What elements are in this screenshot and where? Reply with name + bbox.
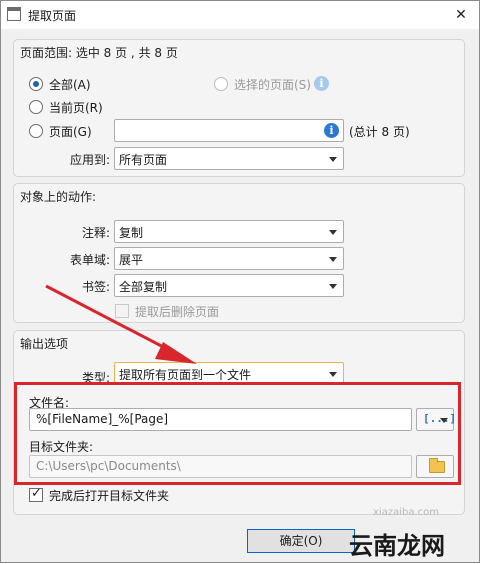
delete-after-extract-checkbox: [115, 304, 129, 318]
title-bar: 提取页面 ✕: [1, 1, 479, 29]
apply-to-label: 应用到:: [69, 153, 110, 167]
form-label: 表单域:: [69, 253, 110, 267]
bookmark-label: 书签:: [81, 280, 110, 294]
open-folder-checkbox[interactable]: [29, 486, 43, 502]
bookmark-value: 全部复制: [119, 280, 168, 294]
chevron-down-icon: [329, 157, 337, 162]
extract-pages-dialog: 提取页面 ✕ 页面范围: 选中 8 页 , 共 8 页 全部(A) 选择的页面(…: [0, 0, 480, 563]
radio-all-pages[interactable]: [29, 77, 43, 91]
radio-pages[interactable]: [29, 124, 43, 138]
open-folder-label[interactable]: 完成后打开目标文件夹: [49, 487, 169, 504]
watermark-text: 云南龙网: [349, 532, 445, 560]
annot-label: 注释:: [81, 226, 110, 240]
info-icon: i: [314, 76, 329, 91]
close-button[interactable]: ✕: [443, 1, 479, 29]
radio-pages-label[interactable]: 页面(G): [49, 123, 92, 140]
info-icon[interactable]: i: [324, 123, 339, 138]
total-pages-label: (总计 8 页): [349, 125, 410, 139]
form-value: 展平: [119, 253, 144, 267]
highlight-box: [14, 382, 461, 485]
annot-value: 复制: [119, 226, 144, 240]
radio-all-label[interactable]: 全部(A): [49, 76, 91, 93]
type-value: 提取所有页面到一个文件: [119, 368, 252, 382]
window-icon: [7, 7, 21, 21]
radio-current-label[interactable]: 当前页(R): [49, 99, 103, 116]
chevron-down-icon: [329, 230, 337, 235]
actions-group: 对象上的动作: 注释: 复制 表单域: 展平 书签: 全部复制 提取后删除页面: [13, 183, 465, 323]
apply-to-select[interactable]: 所有页面: [114, 147, 344, 170]
annot-select[interactable]: 复制: [114, 220, 344, 243]
radio-selected-pages: [214, 77, 228, 91]
chevron-down-icon: [329, 257, 337, 262]
form-select[interactable]: 展平: [114, 247, 344, 270]
bookmark-select[interactable]: 全部复制: [114, 274, 344, 297]
watermark-url: xiazaiba.com: [373, 507, 439, 518]
chevron-down-icon: [329, 372, 337, 377]
pages-input[interactable]: [114, 119, 344, 142]
actions-title: 对象上的动作:: [20, 190, 97, 204]
radio-selected-label: 选择的页面(S): [234, 78, 311, 92]
page-range-group: 页面范围: 选中 8 页 , 共 8 页 全部(A) 选择的页面(S) i 当前…: [13, 39, 465, 177]
window-title: 提取页面: [28, 9, 77, 23]
delete-after-extract-label: 提取后删除页面: [135, 305, 220, 319]
radio-current-page[interactable]: [29, 100, 43, 114]
chevron-down-icon: [329, 284, 337, 289]
ok-button[interactable]: 确定(O): [247, 529, 355, 553]
page-range-title: 页面范围: 选中 8 页 , 共 8 页: [20, 46, 178, 60]
apply-to-value: 所有页面: [119, 153, 168, 167]
output-options-title: 输出选项: [20, 337, 69, 351]
